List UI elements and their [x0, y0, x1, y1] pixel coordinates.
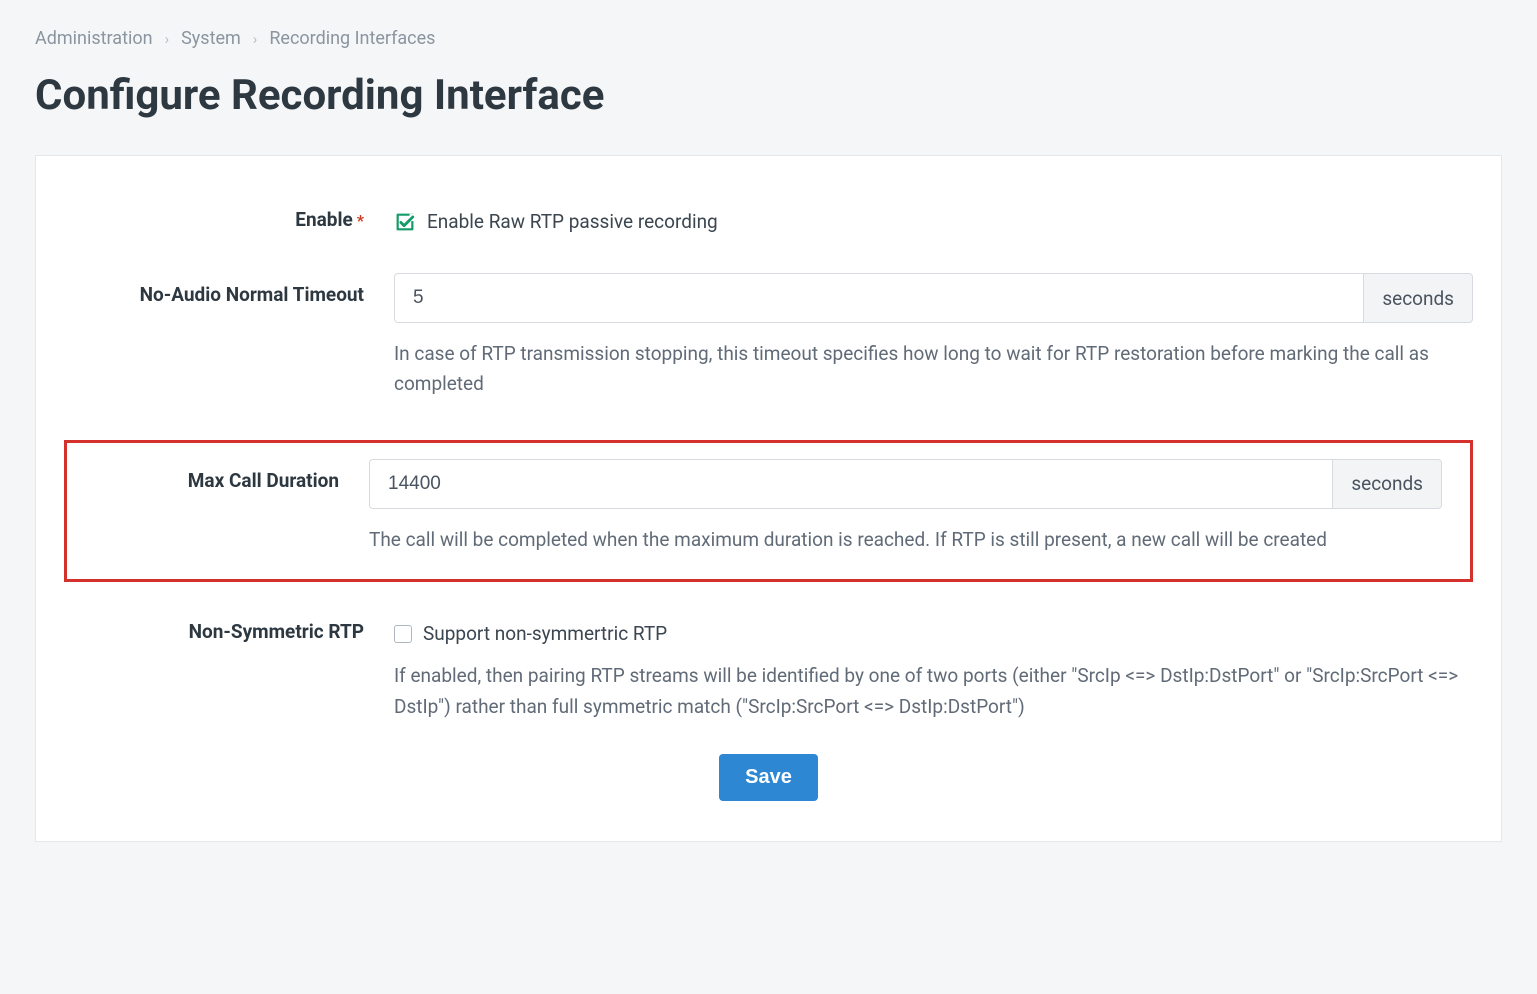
help-max-call-duration: The call will be completed when the maxi… — [369, 525, 1442, 555]
row-no-audio-timeout: No-Audio Normal Timeout seconds In case … — [36, 273, 1501, 400]
row-enable: Enable * Enable Raw RTP passive recording — [36, 204, 1501, 233]
unit-no-audio-timeout: seconds — [1363, 273, 1473, 323]
input-no-audio-timeout[interactable] — [394, 273, 1363, 323]
help-no-audio-timeout: In case of RTP transmission stopping, th… — [394, 339, 1473, 400]
help-non-symmetric-rtp: If enabled, then pairing RTP streams wil… — [394, 661, 1473, 722]
chevron-right-icon: › — [253, 30, 258, 48]
save-row: Save — [36, 754, 1501, 801]
label-no-audio-timeout: No-Audio Normal Timeout — [140, 283, 364, 306]
required-asterisk: * — [357, 211, 364, 230]
form-card: Enable * Enable Raw RTP passive recording… — [35, 155, 1502, 842]
breadcrumb-recording-interfaces: Recording Interfaces — [269, 28, 435, 49]
input-max-call-duration[interactable] — [369, 459, 1332, 509]
checkbox-non-symmetric-rtp-label: Support non-symmertric RTP — [423, 622, 667, 645]
breadcrumb: Administration › System › Recording Inte… — [35, 28, 1502, 49]
save-button[interactable]: Save — [719, 754, 818, 801]
label-non-symmetric-rtp: Non-Symmetric RTP — [189, 620, 364, 643]
label-max-call-duration: Max Call Duration — [188, 469, 339, 492]
checkbox-checked-icon — [394, 211, 416, 233]
row-non-symmetric-rtp: Non-Symmetric RTP Support non-symmertric… — [36, 616, 1501, 722]
page-title: Configure Recording Interface — [35, 71, 1502, 120]
row-max-call-duration-highlight: Max Call Duration seconds The call will … — [64, 440, 1473, 582]
label-enable: Enable — [295, 208, 352, 231]
checkbox-enable[interactable]: Enable Raw RTP passive recording — [394, 204, 1473, 233]
breadcrumb-administration[interactable]: Administration — [35, 28, 153, 49]
breadcrumb-system[interactable]: System — [181, 28, 241, 49]
checkbox-unchecked-icon — [394, 625, 412, 643]
checkbox-enable-label: Enable Raw RTP passive recording — [427, 210, 718, 233]
chevron-right-icon: › — [165, 30, 170, 48]
checkbox-non-symmetric-rtp[interactable]: Support non-symmertric RTP — [394, 616, 1473, 645]
unit-max-call-duration: seconds — [1332, 459, 1442, 509]
